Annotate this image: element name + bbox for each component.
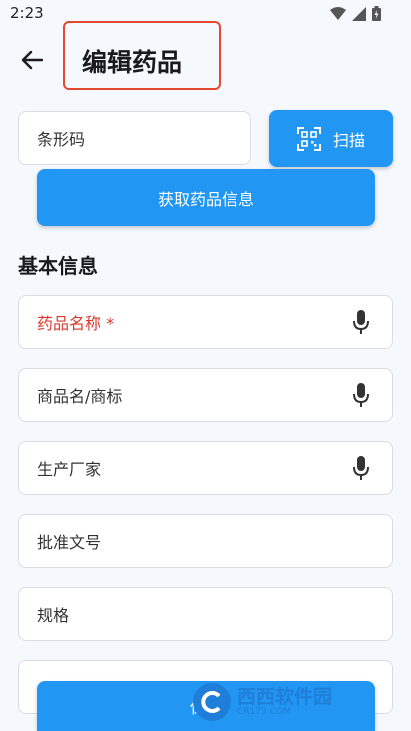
scan-button-label: 扫描 bbox=[332, 130, 365, 150]
arrow-left-icon bbox=[21, 50, 43, 70]
watermark-domain: CR173.COM bbox=[237, 706, 291, 717]
back-button[interactable] bbox=[16, 44, 48, 76]
microphone-icon[interactable] bbox=[350, 382, 372, 408]
barcode-label: 条形码 bbox=[37, 130, 86, 149]
watermark: 西西软件园 CR173.COM bbox=[193, 683, 383, 721]
status-time: 2:23 bbox=[10, 4, 44, 22]
specification-field[interactable]: 规格 bbox=[18, 587, 393, 641]
approval-number-field[interactable]: 批准文号 bbox=[18, 514, 393, 568]
scan-button[interactable]: 扫描 bbox=[269, 110, 393, 167]
approval-number-label: 批准文号 bbox=[37, 533, 102, 552]
watermark-brand: 西西软件园 bbox=[237, 685, 333, 708]
barcode-input[interactable]: 条形码 bbox=[18, 111, 251, 165]
battery-icon bbox=[372, 6, 381, 21]
manufacturer-field[interactable]: 生产厂家 bbox=[18, 441, 393, 495]
drug-name-label: 药品名称 * bbox=[37, 314, 115, 333]
watermark-text: 西西软件园 CR173.COM bbox=[237, 685, 333, 717]
qr-scan-icon bbox=[296, 126, 321, 151]
drug-name-field[interactable]: 药品名称 * bbox=[18, 295, 393, 349]
microphone-icon[interactable] bbox=[350, 309, 372, 335]
wifi-icon bbox=[330, 7, 346, 20]
microphone-icon[interactable] bbox=[350, 455, 372, 481]
fetch-drug-info-button[interactable]: 获取药品信息 bbox=[37, 169, 375, 226]
manufacturer-label: 生产厂家 bbox=[37, 460, 102, 479]
specification-label: 规格 bbox=[37, 606, 70, 625]
signal-icon bbox=[352, 6, 366, 21]
brand-name-label: 商品名/商标 bbox=[37, 387, 123, 406]
page-title: 编辑药品 bbox=[82, 48, 183, 77]
fetch-button-label: 获取药品信息 bbox=[157, 189, 254, 209]
watermark-logo-icon bbox=[193, 683, 231, 721]
section-title: 基本信息 bbox=[18, 254, 98, 278]
brand-name-field[interactable]: 商品名/商标 bbox=[18, 368, 393, 422]
status-icons bbox=[330, 6, 381, 21]
